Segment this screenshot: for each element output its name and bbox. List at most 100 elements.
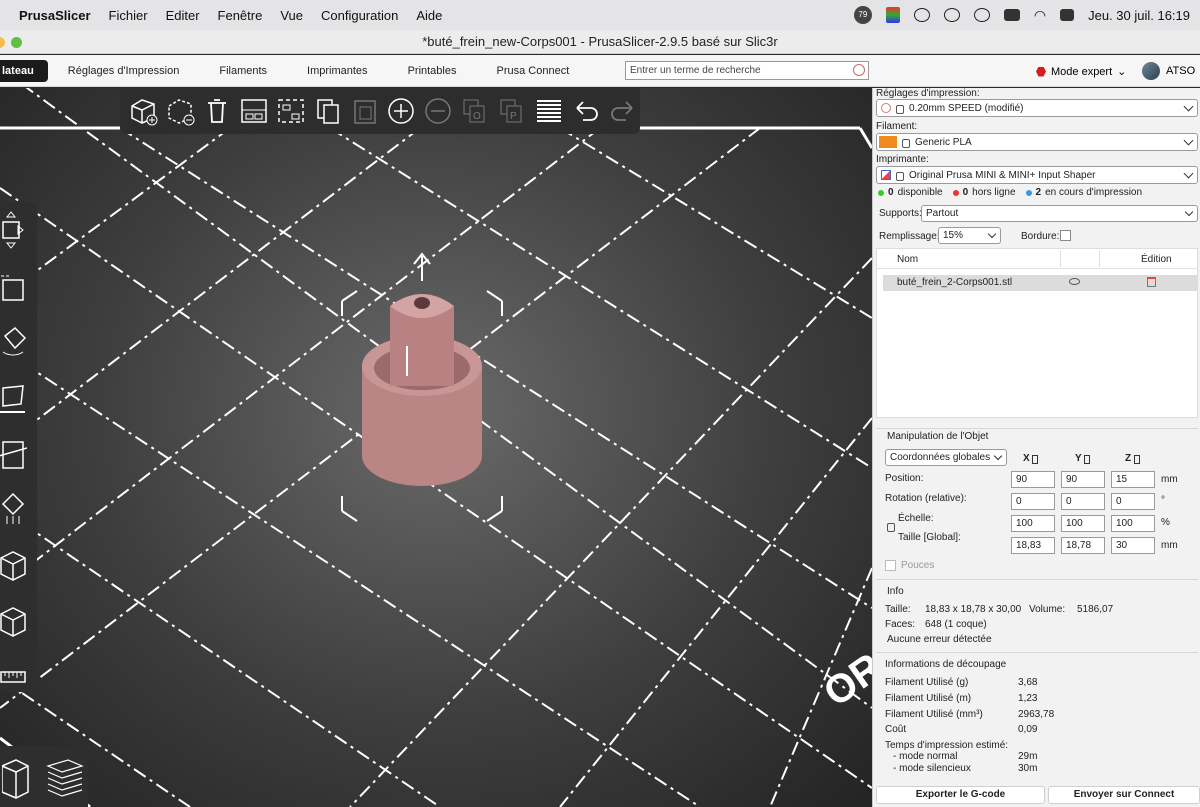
chevron-down-icon	[1183, 168, 1194, 179]
rotate-tool-button[interactable]	[0, 314, 32, 370]
col-edit[interactable]: Édition	[1141, 254, 1172, 265]
split-objects-button[interactable]: O	[458, 92, 493, 130]
mac-menu-bar: PrusaSlicer Fichier Editer Fenêtre Vue C…	[0, 0, 1200, 30]
printer-status-row: 0 disponible 0 hors ligne 2 en cours d'i…	[878, 187, 1142, 198]
tab-filaments[interactable]: Filaments	[199, 60, 287, 82]
supports-combo[interactable]: Partout	[921, 205, 1198, 222]
eye-icon[interactable]	[1069, 278, 1080, 285]
position-y-field[interactable]: 90	[1061, 471, 1105, 488]
remove-instance-button[interactable]	[421, 92, 456, 130]
menu-editer[interactable]: Editer	[157, 8, 209, 23]
preview-layers-button[interactable]	[42, 752, 86, 802]
3d-view-button[interactable]	[2, 752, 38, 802]
app-status-icon[interactable]	[885, 7, 900, 23]
filament-combo[interactable]: Generic PLA	[876, 133, 1198, 151]
undo-button[interactable]	[568, 92, 603, 130]
clock[interactable]: Jeu. 30 juil. 16:19	[1088, 8, 1190, 23]
copy-button[interactable]	[310, 92, 345, 130]
control-center-icon[interactable]	[1060, 9, 1075, 21]
search-input[interactable]: Entrer un terme de recherche	[625, 61, 869, 80]
brim-checkbox[interactable]	[1060, 230, 1071, 241]
user-menu[interactable]: ATSO ⌄	[1142, 62, 1200, 80]
menu-fichier[interactable]: Fichier	[100, 8, 157, 23]
play-icon[interactable]	[973, 8, 990, 22]
tab-printers[interactable]: Imprimantes	[287, 60, 388, 82]
place-on-face-button[interactable]	[0, 370, 32, 426]
edit-settings-icon[interactable]	[1147, 277, 1156, 287]
delete-all-button[interactable]	[200, 92, 235, 130]
rotation-x-field[interactable]: 0	[1011, 493, 1055, 510]
battery-icon[interactable]	[1003, 9, 1020, 21]
tab-printables[interactable]: Printables	[388, 60, 477, 82]
delete-object-button[interactable]	[163, 92, 198, 130]
supports-painting-button[interactable]	[0, 482, 32, 538]
notification-badge-icon[interactable]: 79	[853, 6, 872, 24]
hollow-tool-button[interactable]	[0, 594, 32, 650]
split-parts-button[interactable]: P	[495, 92, 530, 130]
export-gcode-button[interactable]: Exporter le G-code	[876, 786, 1045, 804]
tab-prusa-connect[interactable]: Prusa Connect	[476, 60, 589, 82]
minimize-button[interactable]	[0, 37, 5, 48]
size-z-field[interactable]: 30	[1111, 537, 1155, 554]
zoom-button[interactable]	[11, 37, 22, 48]
arrange-button[interactable]	[237, 92, 272, 130]
rotation-y-field[interactable]: 0	[1061, 493, 1105, 510]
copy-icon	[316, 99, 339, 124]
lock-icon[interactable]	[887, 523, 895, 532]
coord-system-combo[interactable]: Coordonnées globales	[885, 449, 1007, 466]
inches-checkbox[interactable]	[885, 560, 896, 571]
menu-prusaslicer[interactable]: PrusaSlicer	[10, 8, 100, 23]
supports-painting-icon	[1, 492, 25, 524]
arrange-icon	[241, 99, 267, 123]
size-x-field[interactable]: 18,83	[1011, 537, 1055, 554]
chevron-down-icon	[993, 451, 1003, 461]
paste-button[interactable]	[347, 92, 382, 130]
menu-fenetre[interactable]: Fenêtre	[209, 8, 272, 23]
col-name[interactable]: Nom	[897, 254, 918, 265]
menu-vue[interactable]: Vue	[271, 8, 312, 23]
send-to-connect-button[interactable]: Envoyer sur Connect	[1048, 786, 1200, 804]
cut-tool-button[interactable]	[0, 426, 32, 482]
menu-aide[interactable]: Aide	[407, 8, 451, 23]
cut-icon	[0, 441, 27, 469]
scale-z-field[interactable]: 100	[1111, 515, 1155, 532]
main-tab-bar: lateau Réglages d'Impression Filaments I…	[0, 55, 1200, 87]
seam-painting-button[interactable]	[0, 538, 32, 594]
user-account-icon[interactable]	[943, 8, 960, 22]
infill-combo[interactable]: 15%	[938, 227, 1001, 244]
3d-model[interactable]	[322, 246, 522, 526]
wifi-icon[interactable]: ◠	[1034, 7, 1046, 24]
scale-y-field[interactable]: 100	[1061, 515, 1105, 532]
menu-configuration[interactable]: Configuration	[312, 8, 407, 23]
manip-title: Manipulation de l'Objet	[887, 431, 989, 442]
move-tool-button[interactable]	[0, 202, 32, 258]
add-object-button[interactable]	[126, 92, 161, 130]
redo-button[interactable]	[605, 92, 640, 130]
rotation-z-field[interactable]: 0	[1111, 493, 1155, 510]
print-settings-combo[interactable]: 0.20mm SPEED (modifié)	[876, 99, 1198, 117]
size-y-field[interactable]: 18,78	[1061, 537, 1105, 554]
brim-label: Bordure:	[1021, 231, 1060, 242]
measure-tool-button[interactable]	[0, 650, 32, 706]
time-machine-icon[interactable]	[913, 8, 930, 22]
add-instance-button[interactable]	[384, 92, 419, 130]
scale-x-field[interactable]: 100	[1011, 515, 1055, 532]
tab-plateau[interactable]: lateau	[0, 59, 48, 82]
position-x-field[interactable]: 90	[1011, 471, 1055, 488]
seam-painting-icon	[0, 551, 26, 581]
arrange-selection-button[interactable]	[273, 92, 308, 130]
search-icon[interactable]	[853, 64, 865, 76]
layers-editing-button[interactable]	[531, 92, 566, 130]
scale-tool-button[interactable]	[0, 258, 32, 314]
printer-combo[interactable]: Original Prusa MINI & MINI+ Input Shaper	[876, 166, 1198, 184]
3d-viewport[interactable]: OR O P	[0, 88, 872, 807]
list-item[interactable]: buté_frein_2-Corps001.stl	[883, 275, 1197, 291]
redo-icon	[610, 101, 633, 121]
offline-count: 0	[962, 187, 969, 198]
scale-icon	[1, 275, 24, 301]
position-z-field[interactable]: 15	[1111, 471, 1155, 488]
mode-selector[interactable]: Mode expert ⌄	[1036, 65, 1126, 78]
print-settings-value: 0.20mm SPEED (modifié)	[909, 102, 1024, 114]
tab-print-settings[interactable]: Réglages d'Impression	[48, 60, 200, 82]
object-list-header: Nom Édition	[877, 249, 1197, 269]
